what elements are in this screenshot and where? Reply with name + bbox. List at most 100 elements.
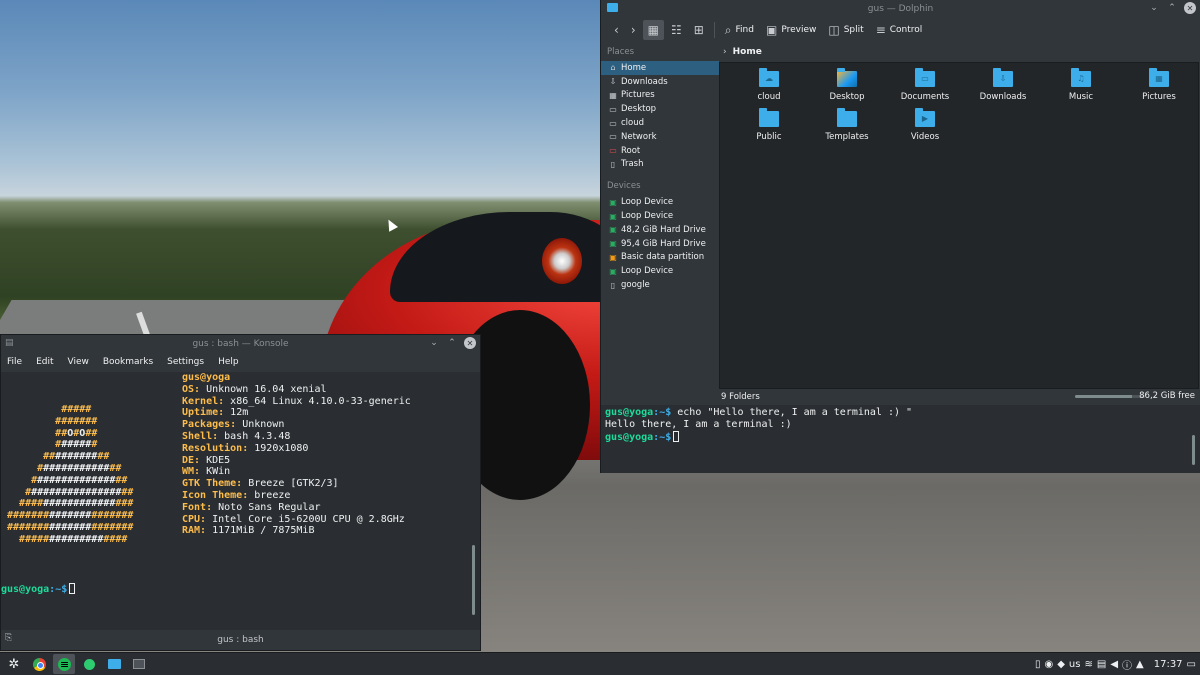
info-key: Kernel: [182,395,225,407]
green-app-icon[interactable] [78,654,100,674]
chevron-down-icon[interactable]: ⌄ [1148,2,1160,14]
show-desktop-icon[interactable]: ▭ [1187,659,1196,670]
dolphin-app-icon[interactable] [607,3,618,12]
place-root[interactable]: ▭ Root [601,144,719,158]
chevron-up-icon[interactable]: ⌃ [1166,2,1178,14]
info-key: CPU: [182,513,207,525]
documents-folder-icon: ▭ [915,68,935,87]
konsole-terminal[interactable]: ##### ####### ##O#O## ####### ##########… [1,372,471,630]
folder-label: Videos [910,132,940,142]
folder-item[interactable]: Desktop [808,68,886,105]
new-tab-icon[interactable]: ⎘ [5,633,12,643]
konsole-menubar: File Edit View Bookmarks Settings Help [1,352,480,372]
place-home[interactable]: ⌂ Home [601,61,719,75]
menu-file[interactable]: File [7,357,22,367]
chevron-up-icon[interactable]: ⌃ [446,337,458,349]
videos-folder-icon: ▶ [915,108,935,127]
chrome-icon[interactable] [28,654,50,674]
folder-label: Desktop [829,92,865,102]
icons-view-button[interactable]: ▦ [642,20,664,40]
dolphin-title: gus — Dolphin [867,3,934,14]
menu-help[interactable]: Help [218,357,239,367]
network-icon: ▭ [609,132,617,142]
free-space-fill [1075,395,1133,398]
device-hard-drive-95[interactable]: ▣ 95,4 GiB Hard Drive [601,237,719,251]
place-trash[interactable]: ▯ Trash [601,158,719,172]
breadcrumb-home[interactable]: Home [733,47,762,57]
menu-settings[interactable]: Settings [167,357,204,367]
device-loop-3[interactable]: ▣ Loop Device [601,264,719,278]
close-icon[interactable]: ✕ [464,337,476,349]
folder-item[interactable]: ⇩ Downloads [964,68,1042,105]
menu-bookmarks[interactable]: Bookmarks [103,357,153,367]
back-button[interactable]: ‹ [609,20,624,40]
info-key: GTK Theme: [182,478,243,490]
folder-item[interactable]: ▭ Documents [886,68,964,105]
split-button[interactable]: ◫ Split [823,20,868,40]
folder-item[interactable]: Templates [808,108,886,145]
device-partition[interactable]: ▣ Basic data partition [601,251,719,265]
file-view[interactable]: ☁ cloud Desktop ▭ Documents ⇩ Downloads ♫ Mu… [719,62,1199,389]
folder-item[interactable]: Public [730,108,808,145]
dolphin-window: gus — Dolphin ⌄ ⌃ ✕ ‹ › ▦ ☷ ⊞ ⌕ Find ▣ Pre… [600,0,1200,473]
pictures-folder-icon: ▦ [1149,68,1169,87]
info-value: KDE5 [200,454,231,466]
expand-tray-icon[interactable]: ▲ [1136,659,1144,670]
info-value: Breeze [GTK2/3] [242,478,339,490]
konsole-scrollbar[interactable] [472,545,475,615]
find-button[interactable]: ⌕ Find [720,20,759,40]
place-cloud[interactable]: ▭ cloud [601,116,719,130]
place-pictures[interactable]: ▦ Pictures [601,89,719,103]
folder-item[interactable]: ▦ Pictures [1120,68,1198,105]
place-network[interactable]: ▭ Network [601,130,719,144]
keyboard-layout[interactable]: us [1069,659,1081,670]
spotify-icon[interactable] [53,654,75,674]
konsole-titlebar[interactable]: ▤ gus : bash — Konsole ⌄ ⌃ ✕ [1,335,480,352]
chevron-right-icon[interactable]: › [723,47,727,57]
control-button[interactable]: ≡ Control [871,20,928,40]
info-value: breeze [248,489,291,501]
menu-edit[interactable]: Edit [36,357,53,367]
place-desktop[interactable]: ▭ Desktop [601,102,719,116]
menu-view[interactable]: View [68,357,89,367]
terminal-scrollbar[interactable] [1192,435,1195,465]
app-tray-icon[interactable]: ◆ [1057,659,1065,670]
application-launcher-icon[interactable]: ✲ [3,654,25,674]
konsole-tab[interactable]: gus : bash [217,635,263,645]
volume-icon[interactable]: ◀ [1110,659,1118,670]
forward-button[interactable]: › [626,20,641,40]
place-downloads[interactable]: ⇩ Downloads [601,75,719,89]
dolphin-task-icon[interactable] [103,654,125,674]
drive-icon: ▣ [609,197,617,207]
folder-item[interactable]: ▶ Videos [886,108,964,145]
compact-view-button[interactable]: ☷ [666,20,687,40]
notifications-icon[interactable]: ⓘ [1122,657,1132,672]
konsole-app-icon[interactable]: ▤ [5,338,15,348]
dolphin-titlebar[interactable]: gus — Dolphin ⌄ ⌃ ✕ [601,0,1200,17]
toolbar-separator [713,22,715,38]
device-hard-drive-48[interactable]: ▣ 48,2 GiB Hard Drive [601,223,719,237]
chevron-down-icon[interactable]: ⌄ [428,337,440,349]
distro-ascii-logo: ##### ####### ##O#O## ####### ##########… [7,404,134,545]
clock[interactable]: 17:37 [1154,659,1183,670]
battery-icon[interactable]: ▯ [1035,659,1041,670]
info-key: Font: [182,501,213,513]
media-player-icon[interactable]: ◉ [1044,659,1053,670]
device-google[interactable]: ▯ google [601,278,719,292]
konsole-task-icon[interactable] [128,654,150,674]
close-icon[interactable]: ✕ [1184,2,1196,14]
preview-button[interactable]: ▣ Preview [761,20,821,40]
embedded-terminal[interactable]: gus@yoga:~$ echo "Hello there, I am a te… [601,405,1200,473]
device-loop-2[interactable]: ▣ Loop Device [601,209,719,223]
details-view-button[interactable]: ⊞ [689,20,709,40]
clipboard-icon[interactable]: ▤ [1097,659,1106,670]
folder-item[interactable]: ♫ Music [1042,68,1120,105]
cloud-folder-icon: ▭ [609,118,617,128]
folder-item[interactable]: ☁ cloud [730,68,808,105]
info-key: Resolution: [182,442,249,454]
device-loop-1[interactable]: ▣ Loop Device [601,195,719,209]
icons-view-icon: ▦ [647,23,659,37]
wifi-icon[interactable]: ≋ [1084,659,1092,670]
partition-icon: ▣ [609,252,617,262]
konsole-tabbar: ⎘ gus : bash [1,630,480,650]
